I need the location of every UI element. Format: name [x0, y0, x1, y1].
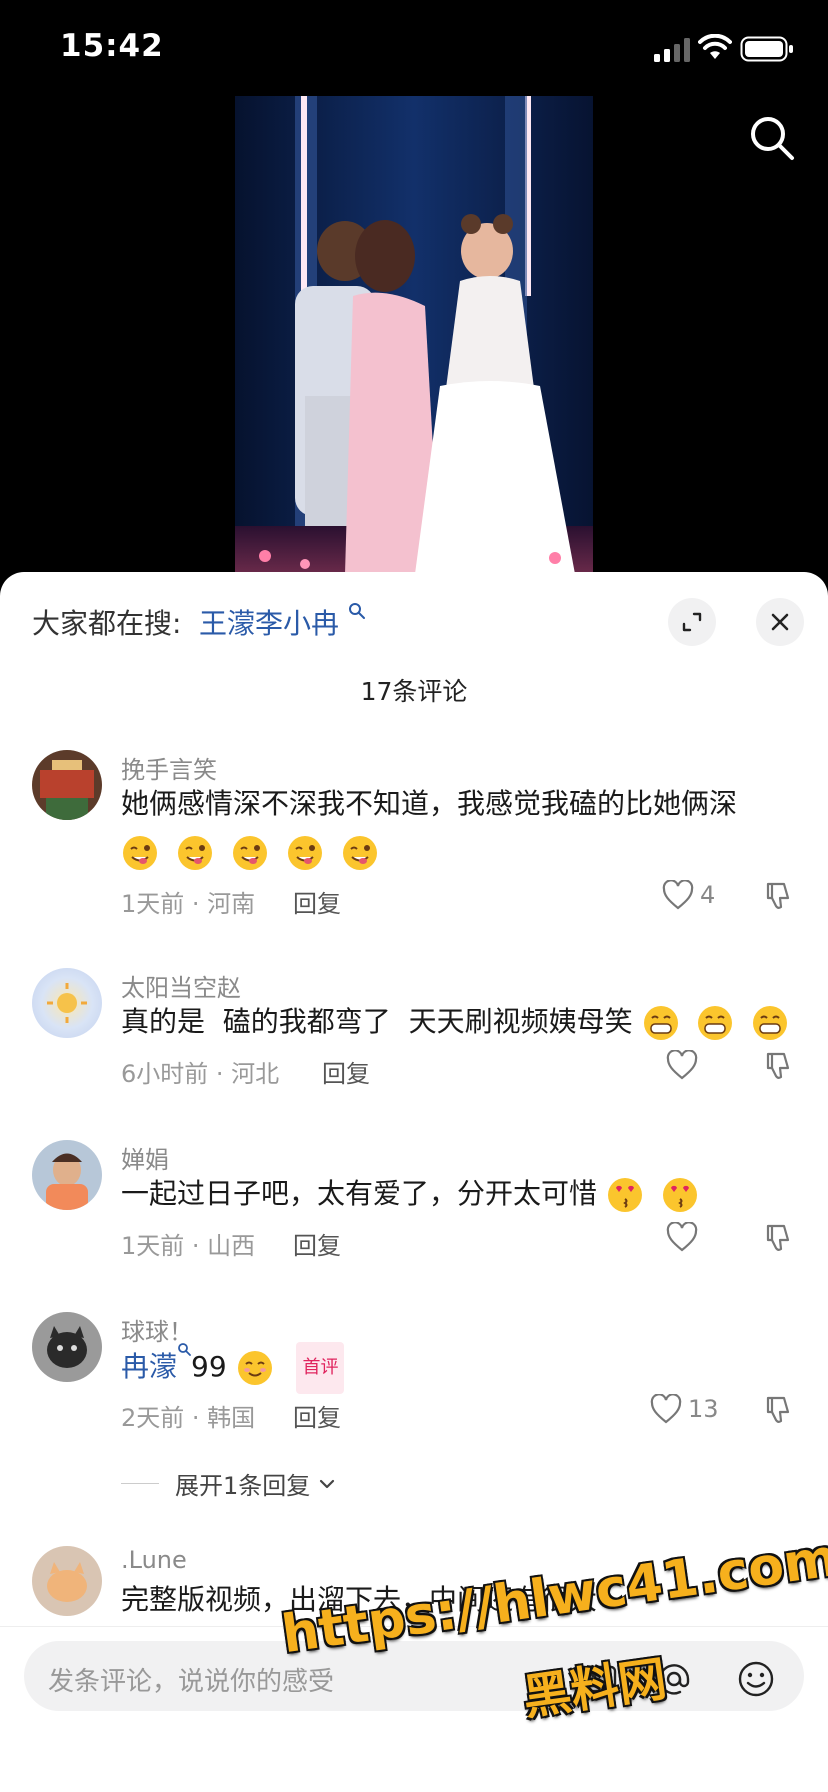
- close-icon: [771, 613, 789, 631]
- wifi-icon: [698, 34, 732, 59]
- dislike-icon[interactable]: [762, 1222, 794, 1254]
- comment-input[interactable]: 发条评论，说说你的感受: [24, 1641, 804, 1711]
- comment-input-bar: 发条评论，说说你的感受: [0, 1626, 828, 1792]
- comment-text: 冉濛 99 首评: [121, 1342, 821, 1394]
- avatar[interactable]: [32, 1312, 102, 1382]
- reply-button[interactable]: 回复: [293, 1398, 341, 1433]
- reply-button[interactable]: 回复: [322, 1054, 370, 1089]
- shy-smile-emoji: [237, 1351, 272, 1385]
- screen: 15:42 大家都在搜: 王濛李小冉 17条评论 挽手言笑 她俩感情深不深我不知…: [0, 0, 828, 1792]
- avatar[interactable]: [32, 968, 102, 1038]
- comment-meta: 1天前 · 河南: [121, 890, 256, 918]
- grin-emoji: [698, 1006, 733, 1040]
- like-count: 4: [700, 881, 716, 909]
- comment-text: 真的是 磕的我都弯了 天天刷视频姨母笑: [121, 998, 821, 1046]
- comment-text-body: 她俩感情深不深我不知道，我感觉我磕的比她俩深: [121, 787, 738, 820]
- grin-emoji: [643, 1006, 678, 1040]
- grin-emoji: [753, 1006, 788, 1040]
- comment-item: 挽手言笑 她俩感情深不深我不知道，我感觉我磕的比她俩深 1天前 · 河南 回复 …: [0, 750, 828, 950]
- expand-replies-label: 展开1条回复: [175, 1472, 311, 1500]
- heart-eyes-kiss-emoji: [607, 1178, 642, 1212]
- search-icon[interactable]: [748, 114, 796, 162]
- dislike-icon[interactable]: [762, 1050, 794, 1082]
- mention-link[interactable]: 冉濛: [121, 1350, 177, 1383]
- expand-divider: [121, 1483, 159, 1484]
- comment-text: 完整版视频，出溜下去，中间还有很大: [121, 1576, 821, 1624]
- heart-icon: [650, 1394, 682, 1424]
- like-button[interactable]: 4: [662, 880, 715, 910]
- comment-input-placeholder: 发条评论，说说你的感受: [48, 1667, 335, 1697]
- wink-tongue-emoji: [342, 836, 377, 870]
- close-sheet-button[interactable]: [756, 598, 804, 646]
- comment-meta: 1天前 · 山西: [121, 1232, 256, 1260]
- status-bar: 15:42: [0, 0, 828, 96]
- image-icon[interactable]: [580, 1659, 620, 1699]
- avatar[interactable]: [32, 1546, 102, 1616]
- comment-username[interactable]: .Lune: [121, 1546, 187, 1574]
- dislike-icon[interactable]: [762, 880, 794, 912]
- hot-search-magnifier-icon: [349, 603, 365, 619]
- reply-button[interactable]: 回复: [293, 884, 341, 919]
- first-comment-badge: 首评: [296, 1342, 345, 1394]
- comment-text-body: 完整版视频，出溜下去，中间还有很大: [121, 1583, 598, 1616]
- like-button[interactable]: [666, 1050, 704, 1080]
- like-count: 13: [688, 1395, 719, 1423]
- comment-text-body: 一起过日子吧，太有爱了，分开太可惜: [121, 1177, 598, 1210]
- mention-search-icon: [178, 1343, 191, 1356]
- comment-meta: 6小时前 · 河北: [121, 1060, 280, 1088]
- heart-icon: [662, 880, 694, 910]
- emoji-icon[interactable]: [736, 1659, 776, 1699]
- cellular-signal-icon: [654, 38, 690, 62]
- hot-search-term[interactable]: 王濛李小冉: [199, 602, 339, 642]
- like-button[interactable]: 13: [650, 1394, 719, 1424]
- heart-icon: [666, 1050, 698, 1080]
- dislike-icon[interactable]: [762, 1394, 794, 1426]
- wink-tongue-emoji: [177, 836, 212, 870]
- wink-tongue-emoji: [232, 836, 267, 870]
- sheet-header: 大家都在搜: 王濛李小冉 17条评论: [0, 572, 828, 706]
- wink-tongue-emoji: [287, 836, 322, 870]
- chevron-down-icon: [320, 1479, 335, 1488]
- comment-item: 婵娟 一起过日子吧，太有爱了，分开太可惜 1天前 · 山西 回复: [0, 1140, 828, 1290]
- comment-meta: 2天前 · 韩国: [121, 1404, 256, 1432]
- comment-text-body: 真的是 磕的我都弯了 天天刷视频姨母笑: [121, 1005, 633, 1038]
- comment-text-body: 99: [191, 1350, 227, 1383]
- hot-search-prefix: 大家都在搜:: [32, 607, 182, 640]
- comment-item: 太阳当空赵 真的是 磕的我都弯了 天天刷视频姨母笑 6小时前 · 河北 回复: [0, 968, 828, 1118]
- battery-icon: [740, 36, 793, 62]
- comment-sheet: 大家都在搜: 王濛李小冉 17条评论 挽手言笑 她俩感情深不深我不知道，我感觉我…: [0, 572, 828, 1792]
- like-button[interactable]: [666, 1222, 704, 1252]
- wink-tongue-emoji: [123, 836, 157, 870]
- comment-text: 一起过日子吧，太有爱了，分开太可惜: [121, 1170, 821, 1218]
- expand-sheet-button[interactable]: [668, 598, 716, 646]
- heart-icon: [666, 1222, 698, 1252]
- comment-text: 她俩感情深不深我不知道，我感觉我磕的比她俩深: [121, 780, 801, 876]
- avatar[interactable]: [32, 1140, 102, 1210]
- status-time: 15:42: [60, 28, 164, 64]
- expand-icon: [682, 612, 702, 632]
- heart-eyes-kiss-emoji: [662, 1178, 697, 1212]
- video-player[interactable]: [235, 96, 593, 574]
- avatar[interactable]: [32, 750, 102, 820]
- comment-item: .Lune 完整版视频，出溜下去，中间还有很大: [0, 1546, 828, 1626]
- reply-button[interactable]: 回复: [293, 1226, 341, 1261]
- comment-count: 17条评论: [360, 677, 468, 706]
- expand-replies-button[interactable]: 展开1条回复: [121, 1466, 338, 1501]
- at-mention-icon[interactable]: [654, 1659, 694, 1699]
